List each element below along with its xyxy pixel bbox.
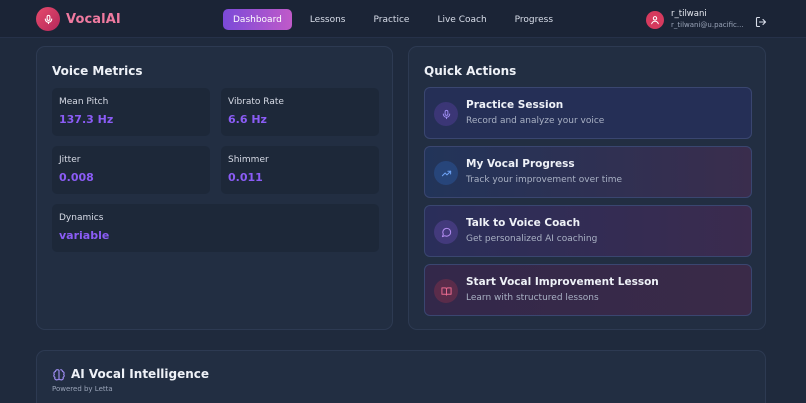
metric-value: 137.3 Hz [59, 113, 114, 126]
action-my-vocal-progress[interactable]: My Vocal Progress Track your improvement… [424, 146, 752, 198]
metric-mean-pitch: Mean Pitch 137.3 Hz [52, 88, 210, 136]
book-icon [434, 279, 458, 303]
quick-actions-title: Quick Actions [424, 64, 517, 78]
nav-dashboard[interactable]: Dashboard [223, 9, 292, 30]
logout-icon[interactable] [755, 13, 767, 28]
action-title: Practice Session [466, 99, 564, 111]
user-name: r_tilwani [671, 9, 707, 19]
action-title: My Vocal Progress [466, 158, 575, 170]
trending-up-icon [434, 161, 458, 185]
action-subtitle: Record and analyze your voice [466, 116, 605, 126]
microphone-icon [434, 102, 458, 126]
brain-icon [52, 367, 66, 381]
voice-metrics-title: Voice Metrics [52, 64, 143, 78]
brand[interactable]: VocalAI [36, 7, 121, 31]
nav-practice[interactable]: Practice [364, 9, 420, 30]
metric-value: 0.011 [228, 171, 263, 184]
action-subtitle: Learn with structured lessons [466, 293, 599, 303]
action-title: Start Vocal Improvement Lesson [466, 276, 659, 288]
metric-dynamics: Dynamics variable [52, 204, 379, 252]
chat-bubble-icon [434, 220, 458, 244]
top-navbar: VocalAI Dashboard Lessons Practice Live … [0, 0, 806, 38]
action-title: Talk to Voice Coach [466, 217, 581, 229]
nav-lessons[interactable]: Lessons [300, 9, 356, 30]
nav-progress[interactable]: Progress [505, 9, 563, 30]
metric-label: Mean Pitch [59, 97, 109, 107]
quick-actions-card: Quick Actions Practice Session Record an… [408, 46, 766, 330]
metric-value: 0.008 [59, 171, 94, 184]
action-start-vocal-improvement-lesson[interactable]: Start Vocal Improvement Lesson Learn wit… [424, 264, 752, 316]
metric-vibrato-rate: Vibrato Rate 6.6 Hz [221, 88, 379, 136]
action-practice-session[interactable]: Practice Session Record and analyze your… [424, 87, 752, 139]
user-avatar-icon [646, 11, 664, 29]
user-menu[interactable]: r_tilwani r_tilwani@u.pacific... [646, 9, 747, 31]
metric-label: Jitter [59, 155, 81, 165]
ai-vocal-intelligence-card: AI Vocal Intelligence Powered by Letta [36, 350, 766, 403]
nav-links: Dashboard Lessons Practice Live Coach Pr… [223, 9, 571, 30]
action-subtitle: Track your improvement over time [466, 175, 623, 185]
powered-by-label: Powered by Letta [52, 385, 113, 393]
nav-live-coach[interactable]: Live Coach [427, 9, 496, 30]
metric-jitter: Jitter 0.008 [52, 146, 210, 194]
action-subtitle: Get personalized AI coaching [466, 234, 598, 244]
microphone-icon [36, 7, 60, 31]
brand-name: VocalAI [66, 11, 121, 27]
voice-metrics-card: Voice Metrics Mean Pitch 137.3 Hz Vibrat… [36, 46, 393, 330]
user-email: r_tilwani@u.pacific... [671, 21, 744, 29]
metric-shimmer: Shimmer 0.011 [221, 146, 379, 194]
metric-label: Vibrato Rate [228, 97, 284, 107]
metric-label: Dynamics [59, 213, 104, 223]
ai-vocal-intelligence-title: AI Vocal Intelligence [71, 367, 210, 381]
action-talk-to-voice-coach[interactable]: Talk to Voice Coach Get personalized AI … [424, 205, 752, 257]
metric-value: 6.6 Hz [228, 113, 267, 126]
metric-value: variable [59, 229, 110, 242]
metric-label: Shimmer [228, 155, 269, 165]
